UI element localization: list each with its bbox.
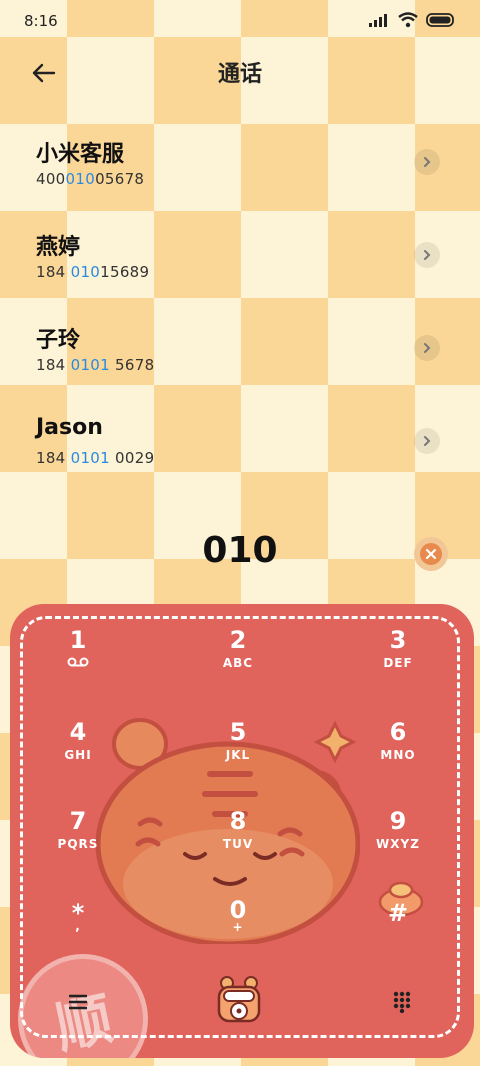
status-icons [368, 12, 456, 28]
delete-button[interactable] [414, 537, 448, 571]
contact-row[interactable]: 子玲 184 0101 5678 [0, 308, 480, 398]
dial-pad: 顺 1 2 ABC 3 DEF 4 GHI 5 JKL 6 MNO 7 PQRS… [10, 604, 474, 1058]
chevron-right-icon [424, 436, 431, 446]
contact-number: 40001005678 [36, 170, 145, 188]
contact-detail-button[interactable] [414, 242, 440, 268]
contact-number: 184 01015689 [36, 263, 150, 281]
contact-number: 184 0101 0029 [36, 449, 155, 467]
keypad-toggle-button[interactable] [384, 984, 420, 1020]
chevron-right-icon [424, 250, 431, 260]
key-hash[interactable]: # [358, 899, 438, 959]
status-bar: 8:16 [0, 0, 480, 40]
contact-row[interactable]: 燕婷 184 01015689 [0, 215, 480, 305]
key-5[interactable]: 5 JKL [198, 718, 278, 778]
call-icon [217, 976, 261, 1023]
contact-detail-button[interactable] [414, 149, 440, 175]
contact-row[interactable]: Jason 184 0101 0029 [0, 401, 480, 491]
battery-icon [426, 13, 454, 27]
key-9[interactable]: 9 WXYZ [358, 807, 438, 867]
dialed-number: 010 [202, 530, 278, 571]
key-8[interactable]: 8 TUV [198, 807, 278, 867]
contact-detail-button[interactable] [414, 335, 440, 361]
contact-name: 燕婷 [36, 235, 81, 260]
key-6[interactable]: 6 MNO [358, 718, 438, 778]
contact-number: 184 0101 5678 [36, 356, 155, 374]
call-button[interactable] [214, 974, 264, 1028]
signal-icon [369, 14, 387, 27]
top-bar: 通话 [0, 40, 480, 104]
key-1[interactable]: 1 [38, 626, 118, 686]
wifi-icon [398, 12, 418, 28]
contact-name: 小米客服 [36, 142, 125, 167]
key-7[interactable]: 7 PQRS [38, 807, 118, 867]
contact-name: Jason [36, 415, 103, 440]
status-time: 8:16 [24, 12, 58, 30]
contact-name: 子玲 [36, 328, 81, 353]
page-title: 通话 [217, 62, 262, 87]
chevron-right-icon [424, 157, 431, 167]
voicemail-icon [67, 657, 89, 667]
key-star[interactable]: * , [38, 899, 118, 959]
menu-button[interactable] [60, 984, 96, 1020]
key-2[interactable]: 2 ABC [198, 626, 278, 686]
contact-row[interactable]: 小米客服 40001005678 [0, 122, 480, 212]
key-3[interactable]: 3 DEF [358, 626, 438, 686]
contact-detail-button[interactable] [414, 428, 440, 454]
menu-icon [69, 994, 87, 1010]
key-0[interactable]: 0 + [198, 896, 278, 956]
keypad-icon [393, 991, 411, 1013]
chevron-right-icon [424, 343, 431, 353]
key-4[interactable]: 4 GHI [38, 718, 118, 778]
backspace-icon [425, 548, 437, 560]
